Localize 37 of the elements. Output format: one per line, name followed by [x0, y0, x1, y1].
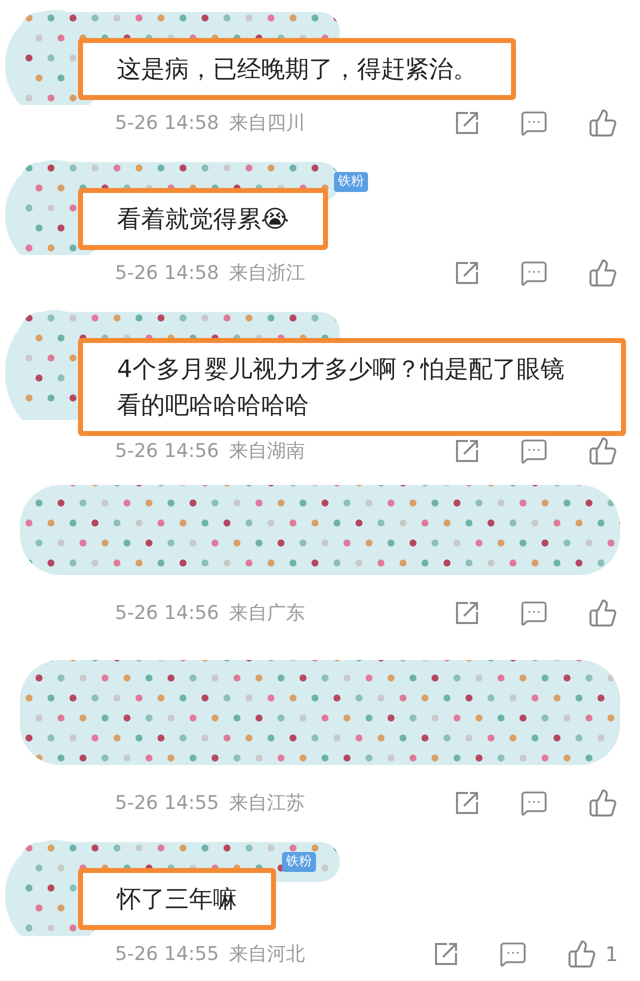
comment-time: 5-26 14:55 [115, 942, 219, 967]
comment-time: 5-26 14:55 [115, 790, 219, 816]
share-icon[interactable] [454, 260, 480, 286]
comment-time: 5-26 14:56 [115, 600, 219, 626]
comment-text: 看着就觉得累😭 [78, 188, 328, 250]
comment-time: 5-26 14:56 [115, 438, 219, 464]
comment-icon[interactable] [520, 437, 548, 465]
like-icon[interactable] [567, 939, 598, 969]
comment-text: 4个多月婴儿视力才多少啊？怕是配了眼镜看的吧哈哈哈哈哈 [78, 338, 626, 436]
like-icon[interactable] [588, 108, 618, 138]
share-icon[interactable] [454, 790, 480, 816]
comment-icon[interactable] [520, 109, 548, 137]
comment-icon[interactable] [520, 789, 548, 817]
comment-text: 怀了三年嘛 [78, 868, 276, 930]
like-icon[interactable] [588, 788, 618, 818]
comment-location: 来自四川 [228, 110, 305, 136]
comment-location: 来自广东 [228, 600, 305, 626]
fan-badge: 铁粉 [282, 852, 316, 872]
comment-icon[interactable] [520, 259, 548, 287]
comment-location: 来自浙江 [228, 260, 305, 286]
fan-badge: 铁粉 [334, 172, 368, 192]
like-icon[interactable] [588, 258, 618, 288]
share-icon[interactable] [433, 941, 460, 967]
comment-time: 5-26 14:58 [115, 260, 219, 286]
comment-text: 这是病，已经晚期了，得赶紧治。 [78, 38, 516, 100]
comment-location: 来自江苏 [228, 790, 305, 816]
like-icon[interactable] [588, 598, 618, 628]
comment-icon[interactable] [520, 599, 548, 627]
share-icon[interactable] [454, 600, 480, 626]
share-icon[interactable] [454, 438, 480, 464]
comment-time: 5-26 14:58 [115, 110, 219, 136]
share-icon[interactable] [454, 110, 480, 136]
like-icon[interactable] [588, 436, 618, 466]
comment-location: 来自河北 [228, 942, 305, 967]
like-count: 1 [605, 941, 618, 968]
comment-location: 来自湖南 [228, 438, 305, 464]
comment-icon[interactable] [499, 940, 528, 968]
